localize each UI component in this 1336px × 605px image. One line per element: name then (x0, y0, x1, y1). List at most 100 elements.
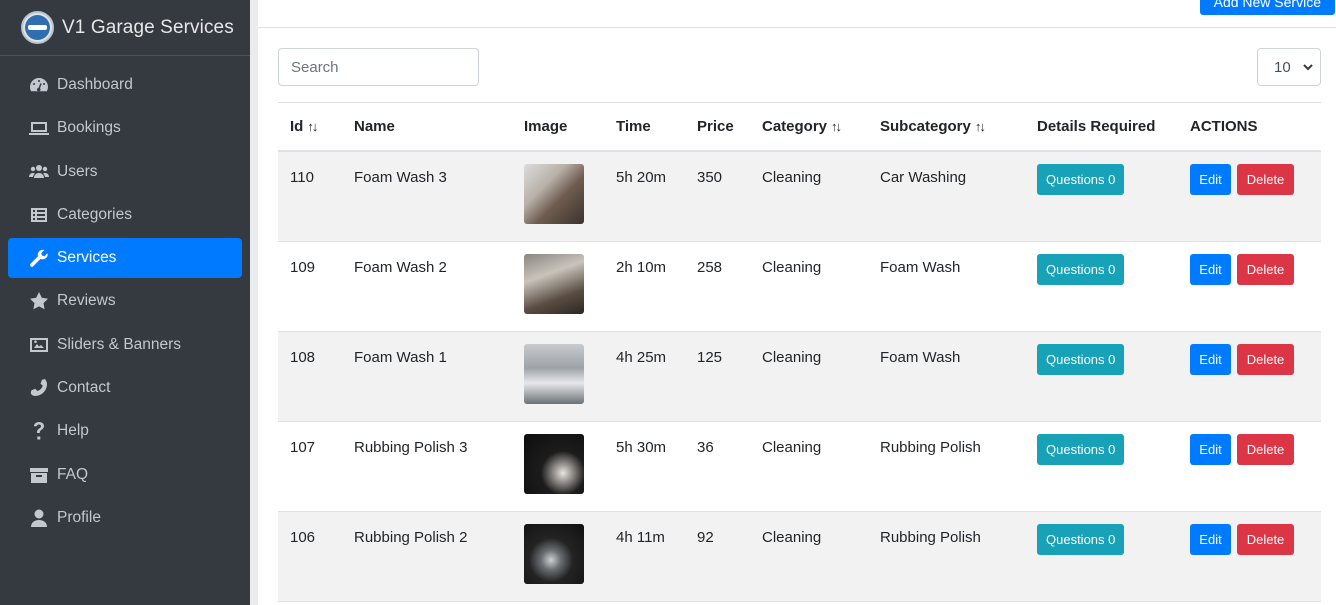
column-header-id[interactable]: Id ↑↓ (278, 118, 342, 135)
service-thumbnail (524, 344, 584, 404)
edit-button[interactable]: Edit (1190, 254, 1231, 285)
cell-image (512, 242, 604, 331)
cell-category: Cleaning (762, 169, 822, 186)
cell-price: 92 (697, 529, 714, 546)
delete-button[interactable]: Delete (1237, 344, 1294, 375)
column-header-image: Image (524, 118, 568, 135)
sort-icon: ↑↓ (831, 119, 842, 134)
star-icon (28, 290, 50, 312)
content-edge (250, 0, 258, 605)
cell-details: Questions 0 (1025, 332, 1178, 421)
add-new-service-button[interactable]: Add New Service (1199, 0, 1335, 15)
sidebar-item-dashboard[interactable]: Dashboard (8, 65, 242, 105)
cell-image (512, 152, 604, 241)
table-row: 110 Foam Wash 3 5h 20m 350 Cleaning Car … (278, 152, 1321, 242)
delete-button[interactable]: Delete (1237, 524, 1294, 555)
sidebar-item-label: Reviews (57, 292, 116, 310)
cell-actions: Edit Delete (1178, 152, 1321, 241)
sidebar-item-label: Bookings (57, 119, 121, 137)
phone-icon (28, 377, 50, 399)
cell-image (512, 332, 604, 421)
box-icon (28, 464, 50, 486)
cell-category: Cleaning (762, 439, 822, 456)
sidebar-item-sliders-banners[interactable]: Sliders & Banners (8, 325, 242, 365)
cell-actions: Edit Delete (1178, 332, 1321, 421)
services-table: Id ↑↓ Name Image Time Price Category ↑↓ Su… (278, 102, 1321, 602)
dashboard-icon (28, 74, 50, 96)
cell-subcategory: Car Washing (880, 169, 967, 186)
page-size-value: 10 (1274, 58, 1291, 76)
sidebar-item-label: Categories (57, 205, 132, 223)
table-row: 106 Rubbing Polish 2 4h 11m 92 Cleaning … (278, 512, 1321, 602)
column-header-actions: ACTIONS (1190, 118, 1258, 135)
sidebar-item-label: Services (57, 249, 117, 267)
cell-time: 4h 11m (616, 529, 665, 546)
cell-details: Questions 0 (1025, 422, 1178, 511)
table-row: 107 Rubbing Polish 3 5h 30m 36 Cleaning … (278, 422, 1321, 512)
edit-button[interactable]: Edit (1190, 524, 1231, 555)
sidebar-item-services[interactable]: Services (8, 238, 242, 279)
sidebar-item-bookings[interactable]: Bookings (8, 108, 242, 148)
cell-name: Foam Wash 1 (354, 349, 447, 366)
sort-icon: ↑↓ (307, 119, 318, 134)
sort-icon: ↑↓ (974, 119, 986, 134)
categories-icon (28, 204, 50, 226)
wrench-icon (28, 247, 50, 269)
sidebar-item-label: FAQ (57, 465, 89, 483)
sidebar-nav: Dashboard Bookings Users Categories Serv… (0, 56, 250, 538)
column-header-time: Time (616, 118, 651, 135)
table-row: 108 Foam Wash 1 4h 25m 125 Cleaning Foam… (278, 332, 1321, 422)
cell-id: 107 (290, 439, 316, 456)
questions-button[interactable]: Questions 0 (1037, 344, 1125, 375)
sidebar-item-reviews[interactable]: Reviews (8, 281, 242, 321)
service-thumbnail (524, 164, 584, 224)
cell-time: 5h 30m (616, 439, 667, 456)
sidebar-item-label: Profile (57, 508, 101, 526)
cell-actions: Edit Delete (1178, 242, 1321, 331)
questions-button[interactable]: Questions 0 (1037, 434, 1125, 465)
delete-button[interactable]: Delete (1237, 254, 1294, 285)
cell-subcategory: Foam Wash (880, 349, 961, 366)
questions-button[interactable]: Questions 0 (1037, 254, 1125, 285)
delete-button[interactable]: Delete (1237, 434, 1294, 465)
column-header-category[interactable]: Category ↑↓ (750, 118, 868, 135)
column-header-details: Details Required (1037, 118, 1156, 135)
column-header-subcategory[interactable]: Subcategory ↑↓ (868, 118, 1025, 135)
sidebar-item-faq[interactable]: FAQ (8, 455, 242, 495)
cell-name: Foam Wash 2 (354, 259, 447, 276)
cell-name: Foam Wash 3 (354, 169, 447, 186)
delete-button[interactable]: Delete (1237, 164, 1294, 195)
edit-button[interactable]: Edit (1190, 164, 1231, 195)
questions-button[interactable]: Questions 0 (1037, 164, 1125, 195)
page-size-select[interactable]: 10 (1257, 48, 1321, 86)
edit-button[interactable]: Edit (1190, 344, 1231, 375)
cell-name: Rubbing Polish 2 (354, 529, 468, 546)
chevron-down-icon (1303, 64, 1313, 71)
cell-price: 258 (697, 259, 723, 276)
brand-logo (21, 11, 54, 44)
sidebar-item-contact[interactable]: Contact (8, 368, 242, 408)
cell-category: Cleaning (762, 259, 822, 276)
sidebar-item-label: Help (57, 422, 89, 440)
search-input[interactable] (278, 48, 479, 86)
question-icon (28, 420, 50, 442)
bookings-icon (28, 117, 50, 139)
sidebar-item-label: Sliders & Banners (57, 335, 182, 353)
cell-id: 108 (290, 349, 316, 366)
edit-button[interactable]: Edit (1190, 434, 1231, 465)
service-thumbnail (524, 254, 584, 314)
brand[interactable]: V1 Garage Services (0, 0, 250, 56)
sidebar-item-help[interactable]: Help (8, 411, 242, 451)
brand-title: V1 Garage Services (62, 16, 234, 38)
questions-button[interactable]: Questions 0 (1037, 524, 1125, 555)
users-icon (28, 161, 50, 183)
sidebar-item-label: Users (57, 162, 98, 180)
sidebar-item-users[interactable]: Users (8, 152, 242, 192)
service-thumbnail (524, 434, 584, 494)
cell-actions: Edit Delete (1178, 422, 1321, 511)
column-header-name: Name (354, 118, 395, 135)
sidebar-item-profile[interactable]: Profile (8, 498, 242, 538)
sidebar-item-categories[interactable]: Categories (8, 195, 242, 235)
cell-name: Rubbing Polish 3 (354, 439, 468, 456)
cell-time: 5h 20m (616, 169, 667, 186)
